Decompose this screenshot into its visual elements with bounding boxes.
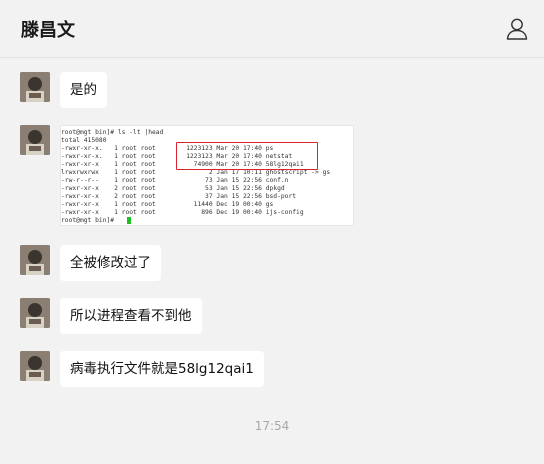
avatar[interactable] <box>20 351 50 381</box>
message-bubble[interactable]: 病毒执行文件就是58lg12qai1 <box>60 351 264 387</box>
avatar[interactable] <box>20 245 50 275</box>
terminal-line: -rwxr-xr-x 1 root root 896 Dec 19 00:40 … <box>61 209 304 216</box>
avatar[interactable] <box>20 72 50 102</box>
highlight-box <box>176 142 318 170</box>
message-timestamp: 17:54 <box>254 419 290 433</box>
terminal-line: -rwxr-xr-x 1 root root 11440 Dec 19 00:4… <box>61 201 274 208</box>
terminal-cursor <box>127 217 131 224</box>
person-outline-icon <box>506 18 528 40</box>
terminal-line: root@mgt bin]# ls -lt |head <box>61 129 164 136</box>
terminal-line: -rwxr-xr-x 2 root root 53 Jan 15 22:56 d… <box>61 185 285 192</box>
message-bubble[interactable]: 是的 <box>60 72 107 108</box>
terminal-line: -rw-r--r-- 1 root root 73 Jan 15 22:56 c… <box>61 177 289 184</box>
message-bubble[interactable]: 全被修改过了 <box>60 245 161 281</box>
avatar[interactable] <box>20 125 50 155</box>
avatar[interactable] <box>20 298 50 328</box>
terminal-screenshot-image[interactable]: root@mgt bin]# ls -lt |head total 415080… <box>60 125 354 226</box>
chat-title: 滕昌文 <box>21 20 75 41</box>
chat-header: 滕昌文 <box>0 0 544 58</box>
terminal-line: total 415080 <box>61 137 107 144</box>
message-bubble[interactable]: 所以进程查看不到他 <box>60 298 202 334</box>
terminal-line: root@mgt bin]# <box>61 217 118 224</box>
terminal-line: -rwxr-xr-x 2 root root 37 Jan 15 22:56 b… <box>61 193 297 200</box>
terminal-line: lrwxrwxrwx 1 root root 2 Jan 17 10:11 gh… <box>61 169 331 176</box>
contact-info-button[interactable] <box>504 17 530 41</box>
